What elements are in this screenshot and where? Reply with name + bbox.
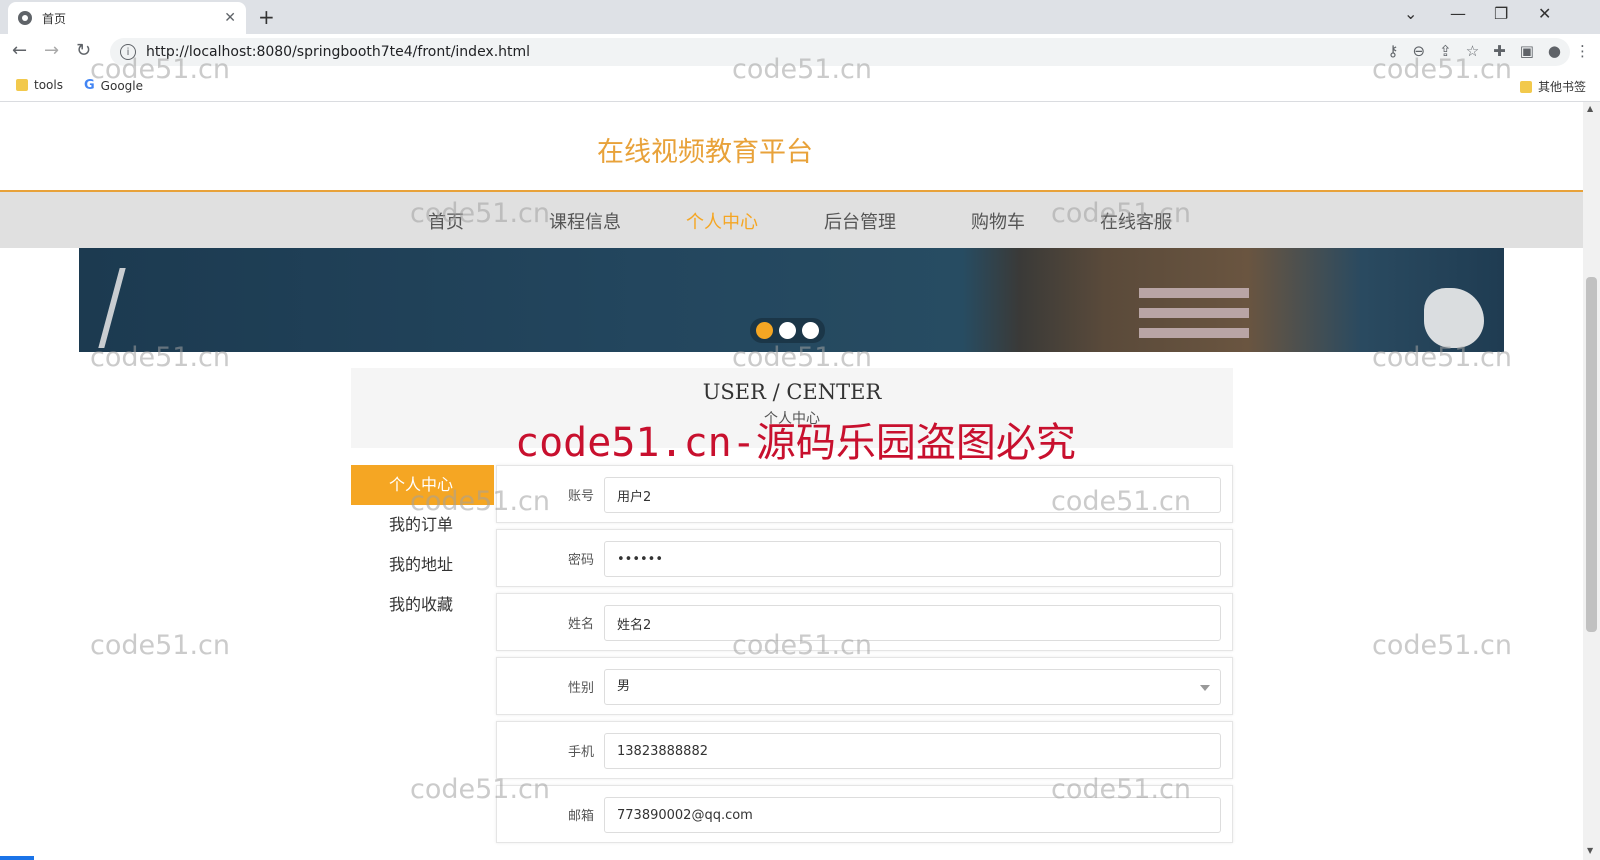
address-bar[interactable]: i http://localhost:8080/springbooth7te4/… (110, 38, 1570, 66)
key-icon[interactable]: ⚷ (1388, 42, 1399, 60)
new-tab-button[interactable]: + (258, 5, 275, 29)
banner-stripe (1139, 308, 1249, 318)
section-title-cn: 个人中心 (764, 411, 820, 427)
phone-input[interactable] (604, 733, 1221, 769)
name-label: 姓名 (567, 617, 594, 632)
scrollbar-thumb[interactable] (1586, 277, 1597, 632)
main-nav: 首页 课程信息 个人中心 后台管理 购物车 在线客服 (0, 190, 1583, 248)
zoom-icon[interactable]: ⊖ (1413, 42, 1426, 60)
restore-icon[interactable]: ❐ (1494, 4, 1508, 23)
banner-flower (1424, 288, 1484, 348)
account-input[interactable] (604, 477, 1221, 513)
carousel-dot[interactable] (779, 322, 796, 339)
folder-icon (1520, 80, 1532, 93)
password-label: 密码 (567, 553, 594, 568)
gender-select[interactable]: 男 (604, 669, 1221, 705)
nav-courses[interactable]: 课程信息 (549, 208, 621, 234)
tab-bar: 首页 ✕ + ⌄ — ❐ ✕ (0, 0, 1600, 34)
sidepanel-icon[interactable]: ▣ (1520, 42, 1534, 60)
form-row-phone: 手机 (496, 721, 1233, 779)
nav-support[interactable]: 在线客服 (1100, 208, 1172, 234)
site-info-icon[interactable]: i (120, 44, 136, 60)
url-text: http://localhost:8080/springbooth7te4/fr… (146, 44, 531, 60)
window-close-icon[interactable]: ✕ (1538, 4, 1551, 23)
banner-stripe (1139, 288, 1249, 298)
carousel-dots (750, 318, 825, 343)
bookmark-label: Google (100, 78, 143, 93)
tab-close-icon[interactable]: ✕ (224, 10, 236, 26)
gender-selected-value: 男 (617, 679, 631, 694)
password-input[interactable] (604, 541, 1221, 577)
banner-carousel[interactable] (79, 248, 1504, 352)
bookmark-label: 其他书签 (1538, 80, 1587, 94)
banner-brush-stroke (98, 268, 180, 348)
folder-icon (16, 79, 28, 91)
browser-tab[interactable]: 首页 ✕ (8, 2, 246, 34)
user-center-header: USER / CENTER 个人中心 (351, 368, 1233, 448)
minimize-icon[interactable]: — (1450, 4, 1466, 23)
name-input[interactable] (604, 605, 1221, 641)
menu-user-center[interactable]: 个人中心 (351, 465, 494, 505)
menu-my-orders[interactable]: 我的订单 (351, 505, 494, 545)
bookmark-google[interactable]: G Google (84, 78, 143, 93)
gender-label: 性别 (567, 681, 594, 696)
google-icon: G (84, 78, 95, 93)
email-input[interactable] (604, 797, 1221, 833)
user-side-menu: 个人中心 我的订单 我的地址 我的收藏 (351, 465, 494, 625)
globe-icon (18, 11, 32, 25)
nav-admin[interactable]: 后台管理 (824, 208, 896, 234)
site-title: 在线视频教育平台 (597, 137, 813, 168)
page-viewport: 在线视频教育平台 首页 课程信息 个人中心 后台管理 购物车 在线客服 USER… (0, 102, 1583, 860)
star-icon[interactable]: ☆ (1466, 42, 1479, 60)
tab-title: 首页 (42, 11, 67, 26)
section-title-en: USER / CENTER (702, 380, 882, 404)
banner-stripe (1139, 328, 1249, 338)
menu-my-address[interactable]: 我的地址 (351, 545, 494, 585)
nav-home[interactable]: 首页 (428, 208, 464, 234)
menu-my-favorites[interactable]: 我的收藏 (351, 585, 494, 625)
phone-label: 手机 (567, 745, 594, 760)
bookmark-label: tools (34, 78, 63, 92)
profile-icon[interactable]: ● (1548, 42, 1561, 60)
email-label: 邮箱 (567, 809, 594, 824)
reload-icon[interactable]: ↻ (76, 40, 91, 61)
taskbar-edge (0, 856, 34, 860)
share-icon[interactable]: ⇪ (1439, 42, 1452, 60)
form-row-account: 账号 (496, 465, 1233, 523)
tab-search-icon[interactable]: ⌄ (1404, 4, 1417, 23)
form-row-name: 姓名 (496, 593, 1233, 651)
menu-icon[interactable]: ⋮ (1575, 42, 1590, 60)
chevron-down-icon (1200, 685, 1210, 691)
scroll-down-icon[interactable]: ▼ (1587, 846, 1593, 855)
nav-user-center[interactable]: 个人中心 (686, 208, 758, 234)
extensions-icon[interactable]: ✚ (1493, 42, 1506, 60)
other-bookmarks[interactable]: 其他书签 (1520, 78, 1586, 95)
bookmark-tools[interactable]: tools (16, 78, 63, 92)
back-icon[interactable]: ← (12, 40, 27, 61)
form-row-gender: 性别 男 (496, 657, 1233, 715)
form-row-password: 密码 (496, 529, 1233, 587)
carousel-dot[interactable] (802, 322, 819, 339)
browser-toolbar: ← → ↻ i http://localhost:8080/springboot… (0, 34, 1600, 70)
toolbar-icons: ⚷ ⊖ ⇪ ☆ ✚ ▣ ● ⋮ (1388, 42, 1590, 60)
carousel-dot[interactable] (756, 322, 773, 339)
page-scrollbar[interactable]: ▲ ▼ (1583, 102, 1600, 860)
bookmarks-bar: tools G Google 其他书签 (0, 70, 1600, 102)
form-row-email: 邮箱 (496, 785, 1233, 843)
nav-cart[interactable]: 购物车 (971, 208, 1025, 234)
forward-icon[interactable]: → (44, 40, 59, 61)
profile-form: 账号 密码 姓名 性别 男 手机 邮箱 (496, 465, 1233, 849)
account-label: 账号 (567, 489, 594, 504)
scroll-up-icon[interactable]: ▲ (1587, 104, 1593, 113)
